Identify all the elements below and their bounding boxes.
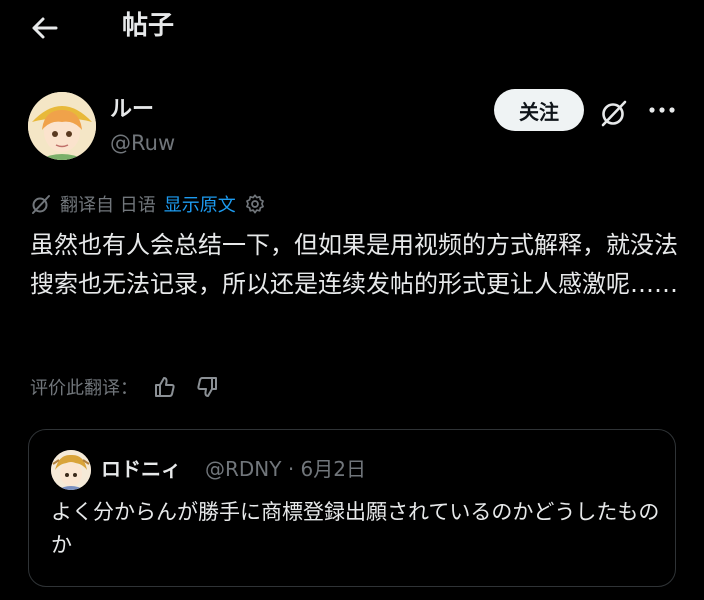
rate-translation-label: 评价此翻译： (30, 378, 138, 399)
quoted-author-meta: @RDNY · 6月2日 (205, 457, 366, 481)
quoted-author-name: ロドニィ (101, 457, 181, 481)
author-handle[interactable]: @Ruw (110, 128, 175, 158)
arrow-left-icon (32, 17, 58, 39)
follow-button[interactable]: 关注 (494, 89, 584, 131)
translation-info: 翻译自 日语 显示原文 (30, 190, 266, 218)
thumbs-down-icon[interactable] (192, 372, 222, 402)
quoted-post[interactable]: ロドニィ @RDNY · 6月2日 よく分からんが勝手に商標登録出願されているの… (28, 429, 676, 587)
grok-icon[interactable] (596, 95, 632, 131)
more-options-icon[interactable] (642, 95, 682, 125)
grok-small-icon (32, 195, 50, 214)
back-button[interactable] (28, 14, 60, 42)
author-name[interactable]: ルー (110, 95, 154, 125)
post-text: 虽然也有人会总结一下，但如果是用视频的方式解释，就没法搜索也无法记录，所以还是连… (30, 231, 678, 298)
page-title: 帖子 (122, 11, 175, 41)
gear-icon[interactable] (244, 193, 266, 215)
translation-source-label: 翻译自 日语 (60, 195, 156, 216)
quoted-post-text: よく分からんが勝手に商標登録出願されているのかどうしたものか (51, 500, 660, 557)
avatar[interactable] (28, 92, 96, 160)
show-original-link[interactable]: 显示原文 (164, 191, 236, 217)
quoted-author-avatar[interactable] (51, 450, 91, 490)
thumbs-up-icon[interactable] (150, 372, 180, 402)
rate-translation: 评价此翻译： (30, 372, 222, 402)
